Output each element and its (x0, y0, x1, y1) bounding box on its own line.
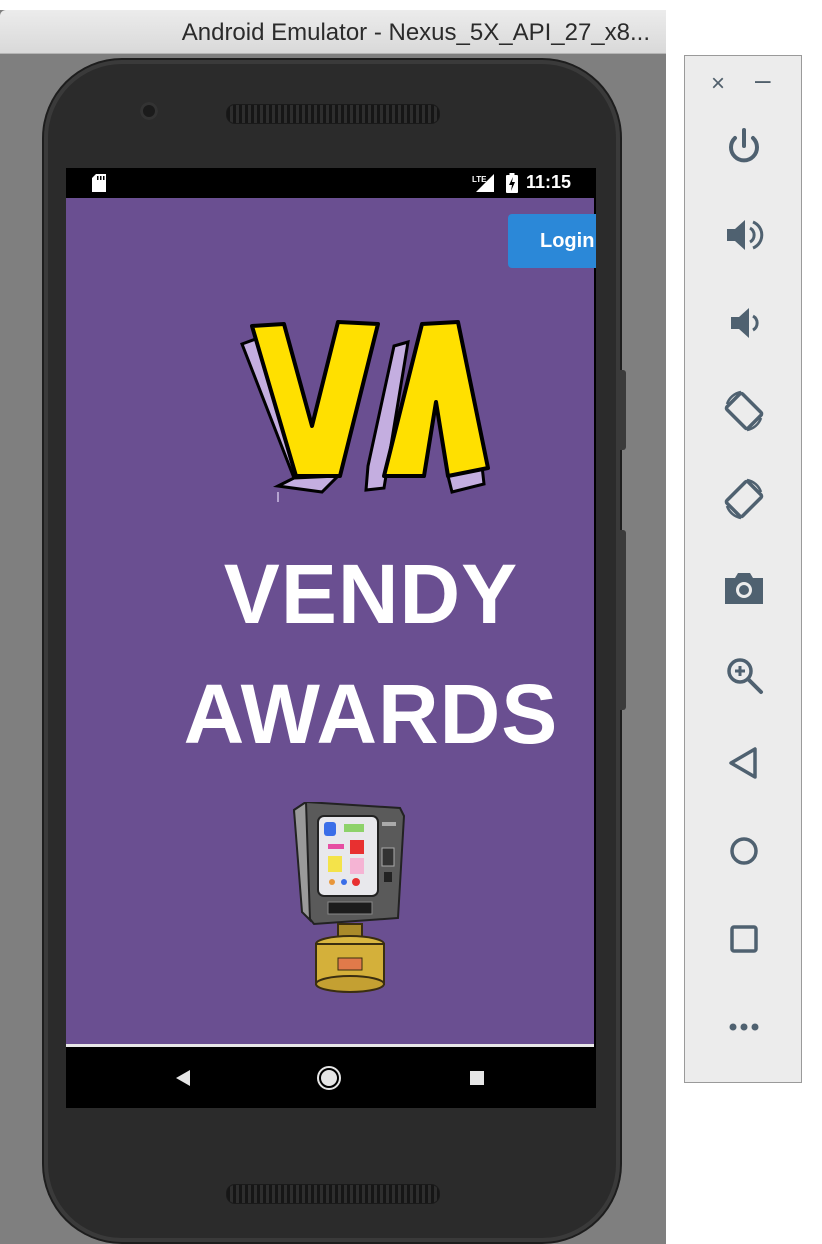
va-logo (240, 320, 490, 502)
phone-power-side-button (620, 370, 626, 450)
screenshot-button[interactable] (721, 564, 767, 610)
window-title: Android Emulator - Nexus_5X_API_27_x8... (181, 19, 650, 46)
device-screen[interactable]: LTE 11:15 Login VENDY AWARDS (66, 168, 596, 1108)
battery-icon (506, 173, 518, 193)
volume-up-icon (727, 220, 764, 250)
more-button[interactable] (721, 1004, 767, 1050)
lte-signal-icon: LTE (472, 174, 494, 192)
overview-button[interactable] (721, 916, 767, 962)
home-button[interactable] (721, 828, 767, 874)
nav-back-icon[interactable] (170, 1065, 196, 1091)
volume-down-icon (731, 308, 759, 338)
nav-recents-icon[interactable] (464, 1065, 490, 1091)
top-speaker-grille (226, 104, 440, 124)
sd-card-icon (92, 174, 106, 192)
emulator-window: Android Emulator - Nexus_5X_API_27_x8...… (0, 10, 666, 1244)
rotate-left-button[interactable] (721, 388, 767, 434)
nav-home-icon[interactable] (316, 1065, 342, 1091)
headline-vendy: VENDY (223, 547, 519, 641)
front-camera (140, 102, 158, 120)
app-content: Login VENDY AWARDS (66, 198, 596, 1044)
login-button[interactable]: Login (508, 214, 596, 268)
status-clock: 11:15 (526, 172, 572, 192)
home-icon (730, 837, 758, 865)
back-button[interactable] (721, 740, 767, 786)
volume-down-button[interactable] (721, 300, 767, 346)
zoom-icon (727, 658, 763, 694)
power-button[interactable] (721, 124, 767, 170)
power-icon (729, 128, 759, 163)
rotate-right-button[interactable] (721, 476, 767, 522)
phone-frame: LTE 11:15 Login VENDY AWARDS (44, 60, 620, 1242)
title-bar[interactable]: Android Emulator - Nexus_5X_API_27_x8... (0, 10, 666, 54)
android-nav-bar (66, 1047, 596, 1108)
headline-awards: AWARDS (183, 667, 559, 761)
rotate-left-icon (724, 390, 764, 432)
overview-icon (730, 925, 758, 953)
phone-volume-side-button (620, 530, 626, 710)
camera-icon (725, 573, 763, 604)
zoom-button[interactable] (721, 652, 767, 698)
rotate-right-icon (724, 478, 764, 520)
toolbar-minimize-button[interactable]: – (755, 64, 771, 96)
more-icon (729, 1023, 759, 1031)
lte-label: LTE (472, 175, 487, 184)
back-icon (729, 747, 757, 779)
bottom-speaker-grille (226, 1184, 440, 1204)
emulator-toolbar: × – (684, 55, 802, 1083)
vending-machine-trophy-image (292, 802, 406, 993)
toolbar-close-button[interactable]: × (711, 70, 725, 98)
volume-up-button[interactable] (721, 212, 767, 258)
status-bar: LTE 11:15 (66, 168, 596, 198)
